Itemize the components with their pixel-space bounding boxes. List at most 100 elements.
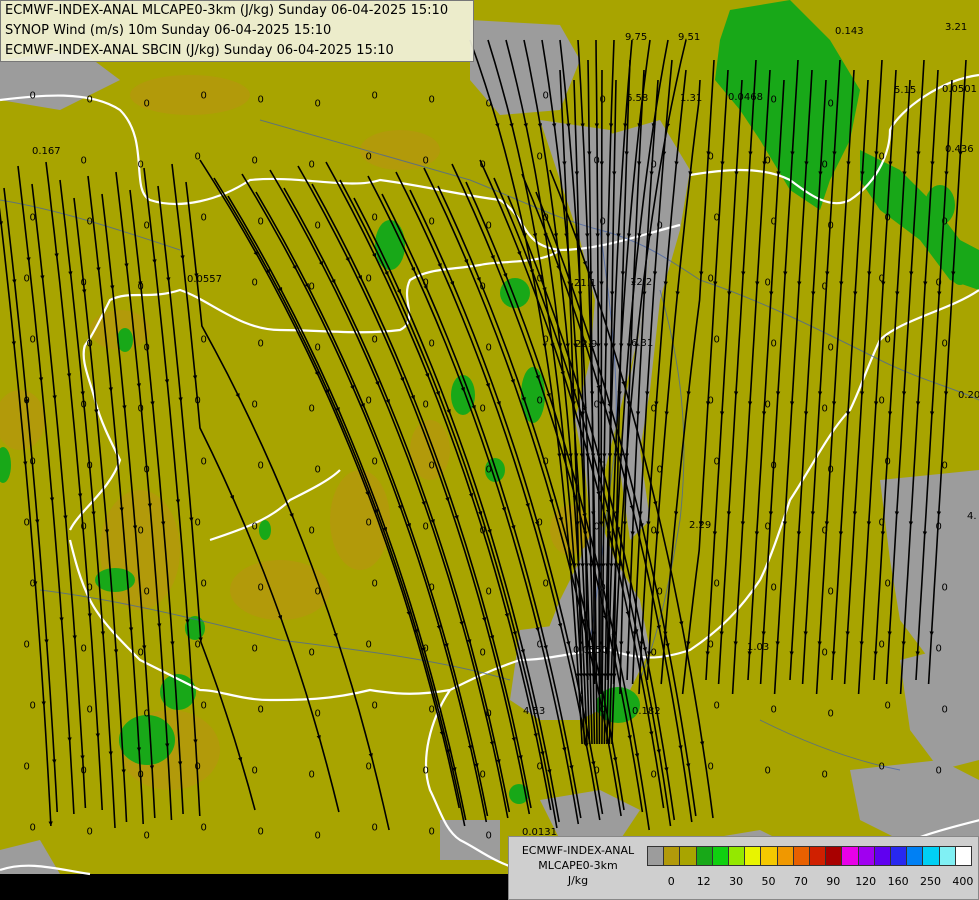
cin-zero-label: 0 xyxy=(714,334,720,345)
legend-swatch xyxy=(663,846,681,866)
legend-title-model: ECMWF-INDEX-ANAL xyxy=(521,844,635,857)
cin-zero-label: 0 xyxy=(822,525,828,536)
cin-zero-label: 0 xyxy=(87,704,93,715)
cin-zero-label: 0 xyxy=(537,639,543,650)
cin-zero-label: 0 xyxy=(480,159,486,170)
cin-zero-label: 0 xyxy=(714,212,720,223)
color-legend: ECMWF-INDEX-ANAL MLCAPE0-3km J/kg 0 12 30 5… xyxy=(508,836,979,900)
cin-zero-label: 0 xyxy=(486,464,492,475)
cin-zero-label: 0 xyxy=(258,338,264,349)
map-label: 9.75 xyxy=(625,32,647,43)
cin-zero-label: 0 xyxy=(651,525,657,536)
map-label: 0.182 xyxy=(632,706,661,717)
cin-zero-label: 0 xyxy=(30,700,36,711)
cin-zero-label: 0 xyxy=(201,90,207,101)
cin-zero-label: 0 xyxy=(201,334,207,345)
cin-zero-label: 0 xyxy=(885,334,891,345)
legend-swatch xyxy=(841,846,859,866)
legend-swatch xyxy=(825,846,843,866)
cin-zero-label: 0 xyxy=(879,395,885,406)
cin-zero-label: 0 xyxy=(708,639,714,650)
cin-zero-label: 0 xyxy=(429,94,435,105)
cin-zero-label: 0 xyxy=(936,765,942,776)
map-label: 0.436 xyxy=(945,144,974,155)
cin-zero-label: 0 xyxy=(30,822,36,833)
cin-zero-label: 0 xyxy=(828,342,834,353)
cin-zero-label: 0 xyxy=(372,456,378,467)
cin-zero-label: 0 xyxy=(885,212,891,223)
cin-zero-label: 0 xyxy=(885,578,891,589)
cin-zero-label: 0 xyxy=(258,94,264,105)
cin-zero-label: 0 xyxy=(30,334,36,345)
cin-zero-label: 0 xyxy=(714,456,720,467)
cin-zero-label: 0 xyxy=(138,769,144,780)
cin-zero-label: 0 xyxy=(537,273,543,284)
legend-swatch xyxy=(906,846,924,866)
cin-zero-label: 0 xyxy=(201,456,207,467)
cin-zero-label: 0 xyxy=(24,273,30,284)
legend-swatch xyxy=(695,846,713,866)
cin-zero-label: 0 xyxy=(651,647,657,658)
cin-zero-label: 0 xyxy=(81,521,87,532)
cin-zero-label: 0 xyxy=(771,582,777,593)
map-label: 1.31 xyxy=(680,93,702,104)
cin-zero-label: 0 xyxy=(366,273,372,284)
cin-zero-label: 0 xyxy=(144,98,150,109)
legend-swatch xyxy=(776,846,794,866)
cin-zero-label: 0 xyxy=(480,769,486,780)
cin-zero-label: 0 xyxy=(366,517,372,528)
cin-zero-label: 0 xyxy=(765,521,771,532)
cin-zero-label: 0 xyxy=(30,456,36,467)
cin-zero-label: 0 xyxy=(315,708,321,719)
cin-zero-label: 0 xyxy=(87,94,93,105)
cin-zero-label: 0 xyxy=(309,403,315,414)
legend-swatch xyxy=(873,846,891,866)
cin-zero-label: 0 xyxy=(828,708,834,719)
cin-zero-label: 0 xyxy=(537,761,543,772)
cin-zero-label: 0 xyxy=(657,464,663,475)
cin-zero-label: 0 xyxy=(879,273,885,284)
cin-zero-label: 0 xyxy=(144,830,150,841)
cin-zero-label: 0 xyxy=(543,90,549,101)
cin-zero-label: 0 xyxy=(942,704,948,715)
map-label: 2.29 xyxy=(689,520,711,531)
cin-zero-label: 0 xyxy=(600,216,606,227)
cin-zero-label: 0 xyxy=(315,464,321,475)
cin-zero-label: 0 xyxy=(81,277,87,288)
cin-zero-label: 0 xyxy=(600,704,606,715)
cin-zero-label: 0 xyxy=(252,155,258,166)
cin-zero-label: 0 xyxy=(942,582,948,593)
legend-tick-label: 160 xyxy=(887,875,909,888)
cin-zero-label: 0 xyxy=(144,464,150,475)
cin-zero-label: 0 xyxy=(195,761,201,772)
map-label: 0.0550 xyxy=(573,645,608,656)
cin-zero-label: 0 xyxy=(594,155,600,166)
map-label: 6.31 xyxy=(631,338,653,349)
cin-zero-label: 0 xyxy=(771,460,777,471)
cin-zero-label: 0 xyxy=(942,216,948,227)
cin-zero-label: 0 xyxy=(24,639,30,650)
map-label: 1.03 xyxy=(747,642,769,653)
cin-zero-label: 0 xyxy=(252,643,258,654)
cin-zero-label: 0 xyxy=(423,765,429,776)
cin-zero-label: 0 xyxy=(429,460,435,471)
legend-unit: J/kg xyxy=(567,874,589,887)
cin-zero-label: 0 xyxy=(372,578,378,589)
legend-swatch xyxy=(760,846,778,866)
cin-zero-label: 0 xyxy=(765,399,771,410)
cin-zero-label: 0 xyxy=(822,647,828,658)
map-canvas[interactable]: 0 0 0 0 0 0 0 0 0 0 0 0 0 0 0 0 0 0 0 0 0 0 0 0 0 0 0 0 0 0 0 0 0 0 0 0 0 0 0 0… xyxy=(0,0,979,900)
legend-swatch xyxy=(954,846,972,866)
cin-zero-label: 0 xyxy=(708,151,714,162)
cin-zero-label: 0 xyxy=(936,521,942,532)
cin-zero-label: 0 xyxy=(657,220,663,231)
title-line-sbcin: ECMWF-INDEX-ANAL SBCIN (J/kg) Sunday 06-… xyxy=(5,43,394,58)
cin-zero-label: 0 xyxy=(423,277,429,288)
cin-zero-label: 0 xyxy=(651,159,657,170)
cin-zero-label: 0 xyxy=(771,94,777,105)
cin-zero-label: 0 xyxy=(879,639,885,650)
cin-zero-label: 0 xyxy=(828,98,834,109)
legend-tick-label: 120 xyxy=(855,875,877,888)
map-label: 0.0501 xyxy=(942,84,977,95)
cin-zero-label: 0 xyxy=(942,460,948,471)
